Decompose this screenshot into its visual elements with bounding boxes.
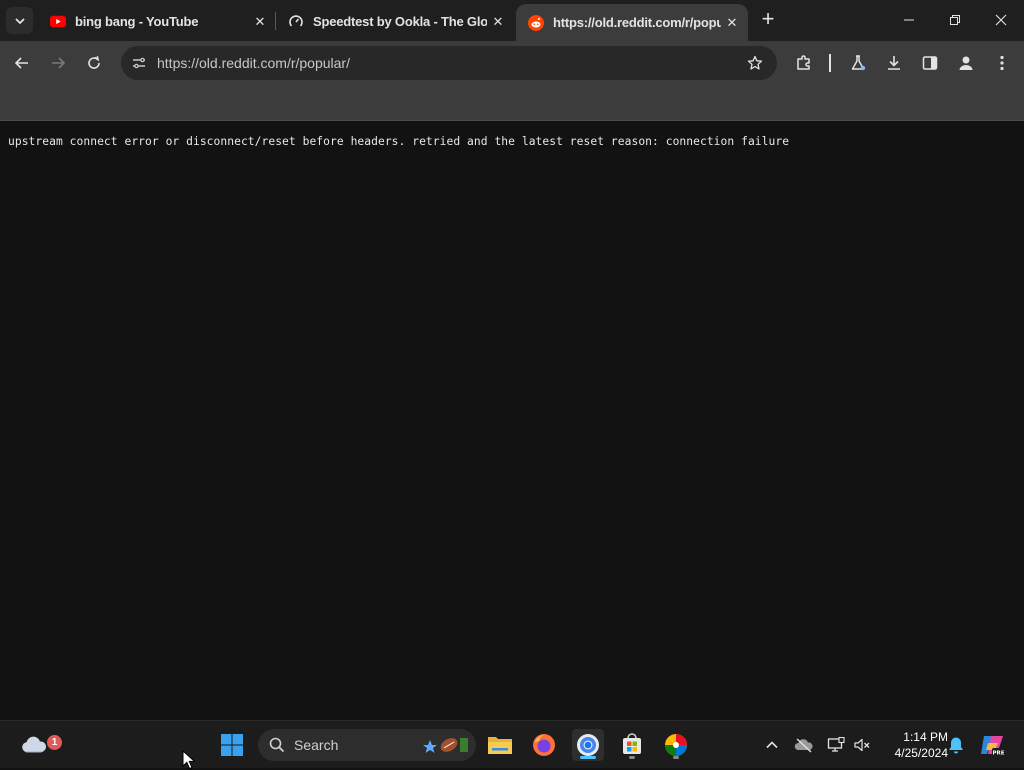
- close-tab-icon[interactable]: ✕: [487, 11, 509, 33]
- notifications-button[interactable]: [944, 729, 968, 761]
- puzzle-icon: [797, 55, 810, 70]
- chrome-icon: [577, 734, 599, 756]
- copilot-button[interactable]: PRE: [976, 729, 1008, 761]
- tab-search-button[interactable]: [6, 7, 33, 34]
- search-highlight-icon: [423, 738, 468, 753]
- color-app[interactable]: [660, 729, 692, 761]
- taskbar: 1 Search 1:14 PM 4/25/2024 PRE: [0, 720, 1024, 768]
- firefox-app[interactable]: [528, 729, 560, 761]
- download-icon: [888, 56, 900, 70]
- search-label: Search: [294, 737, 339, 753]
- minimize-icon: [904, 19, 914, 21]
- reload-icon: [88, 56, 100, 69]
- minimize-button[interactable]: [897, 8, 921, 32]
- close-window-button[interactable]: [989, 8, 1013, 32]
- volume-tray[interactable]: [848, 729, 876, 761]
- back-button[interactable]: [10, 51, 34, 75]
- app-open-indicator: [673, 756, 679, 759]
- restore-button[interactable]: [943, 8, 967, 32]
- mouse-cursor-icon: [182, 750, 196, 770]
- active-app-indicator: [580, 756, 596, 759]
- browser-toolbar: https://old.reddit.com/r/popular/: [0, 41, 1024, 85]
- clock-date: 4/25/2024: [894, 746, 948, 760]
- search-icon: [269, 737, 285, 753]
- bell-icon: [949, 737, 963, 754]
- close-tab-icon[interactable]: ✕: [249, 11, 271, 33]
- chevron-down-icon: [14, 17, 25, 24]
- extensions-button[interactable]: [792, 51, 816, 75]
- restore-icon: [950, 15, 960, 25]
- show-hidden-icons-button[interactable]: [758, 729, 786, 761]
- chrome-app[interactable]: [572, 729, 604, 761]
- new-tab-button[interactable]: +: [757, 8, 779, 31]
- labs-button[interactable]: [846, 51, 870, 75]
- side-panel-icon: [922, 56, 938, 70]
- profile-button[interactable]: [954, 51, 978, 75]
- windows-icon: [221, 734, 243, 756]
- tab-title: Speedtest by Ookla - The Glob: [313, 14, 487, 29]
- bookmark-star-icon[interactable]: [745, 53, 765, 73]
- bookmarks-bar: [0, 85, 1024, 121]
- chevron-up-icon: [766, 741, 778, 749]
- close-icon: [995, 14, 1007, 26]
- app-open-indicator: [629, 756, 635, 759]
- flask-icon: [851, 55, 866, 71]
- store-icon: [623, 733, 641, 754]
- microsoft-store-app[interactable]: [616, 729, 648, 761]
- address-bar[interactable]: https://old.reddit.com/r/popular/: [121, 46, 777, 80]
- close-tab-icon[interactable]: ✕: [721, 12, 743, 34]
- start-button[interactable]: [216, 729, 248, 761]
- tab-strip: bing bang - YouTube ✕ Speedtest by Ookla…: [0, 0, 1024, 41]
- site-info-icon[interactable]: [129, 53, 149, 73]
- url-text[interactable]: https://old.reddit.com/r/popular/: [157, 55, 350, 71]
- page-content: upstream connect error or disconnect/res…: [0, 121, 1024, 720]
- menu-button[interactable]: [990, 51, 1014, 75]
- folder-icon: [488, 737, 512, 754]
- tab-speedtest[interactable]: Speedtest by Ookla - The Glob ✕: [276, 5, 514, 38]
- reload-button[interactable]: [82, 51, 106, 75]
- profile-icon: [959, 56, 973, 70]
- clock-time: 1:14 PM: [903, 730, 948, 744]
- network-icon: [827, 737, 845, 752]
- youtube-icon: [50, 14, 66, 30]
- onedrive-tray[interactable]: [790, 729, 818, 761]
- arrow-left-icon: [14, 57, 28, 69]
- reddit-icon: [528, 14, 544, 31]
- volume-muted-icon: [854, 738, 870, 752]
- cloud-off-icon: [794, 738, 813, 753]
- tab-reddit[interactable]: https://old.reddit.com/r/popul ✕: [516, 4, 748, 41]
- taskbar-search[interactable]: Search: [258, 729, 476, 761]
- arrow-right-icon: [52, 57, 66, 69]
- speedtest-icon: [288, 14, 304, 30]
- toolbar-divider: [829, 54, 831, 72]
- tab-title: bing bang - YouTube: [75, 14, 199, 29]
- copilot-icon: PRE: [981, 736, 1005, 757]
- more-vertical-icon: [1000, 55, 1004, 71]
- side-panel-button[interactable]: [918, 51, 942, 75]
- file-explorer-app[interactable]: [484, 729, 516, 761]
- tab-youtube[interactable]: bing bang - YouTube ✕: [38, 5, 276, 38]
- network-tray[interactable]: [822, 729, 850, 761]
- color-wheel-icon: [665, 734, 687, 756]
- system-clock[interactable]: 1:14 PM 4/25/2024: [878, 729, 948, 761]
- forward-button[interactable]: [46, 51, 70, 75]
- weather-widget[interactable]: 1: [16, 729, 62, 761]
- cloud-icon: [22, 736, 47, 753]
- firefox-icon: [533, 734, 555, 756]
- notification-badge: 1: [47, 735, 62, 750]
- tab-title: https://old.reddit.com/r/popul: [553, 15, 721, 30]
- downloads-button[interactable]: [882, 51, 906, 75]
- error-message: upstream connect error or disconnect/res…: [8, 135, 790, 148]
- svg-text:PRE: PRE: [992, 751, 1004, 757]
